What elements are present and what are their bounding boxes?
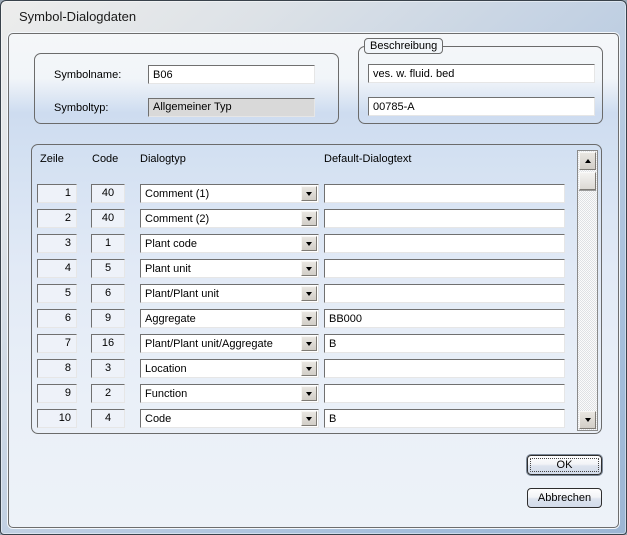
- table-row: 5 6 Plant/Plant unit: [32, 284, 601, 303]
- dialog-client-area: Symbolname: Symboltyp: Allgemeiner Typ B…: [8, 33, 619, 528]
- table-row: 9 2 Function: [32, 384, 601, 403]
- dialog-title: Symbol-Dialogdaten: [19, 9, 137, 24]
- dialogtyp-value: Comment (2): [145, 212, 210, 225]
- table-row: 10 4 Code: [32, 409, 601, 428]
- code-field: 4: [91, 409, 125, 428]
- dialogtyp-combobox[interactable]: Comment (2): [140, 209, 319, 228]
- ok-button[interactable]: OK: [527, 455, 602, 475]
- zeile-field: 10: [37, 409, 77, 428]
- dropdown-arrow-icon[interactable]: [301, 286, 317, 301]
- table-row: 3 1 Plant code: [32, 234, 601, 253]
- dialogtyp-value: Plant/Plant unit/Aggregate: [145, 337, 273, 350]
- code-field: 2: [91, 384, 125, 403]
- zeile-field: 1: [37, 184, 77, 203]
- scroll-down-icon[interactable]: [579, 411, 596, 429]
- table-row: 4 5 Plant unit: [32, 259, 601, 278]
- dialogtyp-combobox[interactable]: Plant/Plant unit/Aggregate: [140, 334, 319, 353]
- code-field: 40: [91, 209, 125, 228]
- default-dialogtext-input[interactable]: [324, 284, 565, 303]
- beschreibung-groupbox: Beschreibung: [358, 38, 603, 124]
- symbol-groupbox: Symbolname: Symboltyp: Allgemeiner Typ: [34, 53, 339, 124]
- code-field: 3: [91, 359, 125, 378]
- table-row: 7 16 Plant/Plant unit/Aggregate: [32, 334, 601, 353]
- default-dialogtext-input[interactable]: [324, 309, 565, 328]
- table-scrollbar[interactable]: [577, 150, 598, 431]
- default-dialogtext-input[interactable]: [324, 409, 565, 428]
- code-field: 5: [91, 259, 125, 278]
- default-dialogtext-input[interactable]: [324, 184, 565, 203]
- dropdown-arrow-icon[interactable]: [301, 311, 317, 326]
- beschreibung-line1-input[interactable]: [368, 64, 595, 83]
- dialogtyp-value: Location: [145, 362, 187, 375]
- scrollbar-thumb[interactable]: [579, 172, 596, 190]
- dialogtyp-value: Code: [145, 412, 172, 425]
- symboltyp-field: Allgemeiner Typ: [148, 98, 315, 117]
- titlebar[interactable]: Symbol-Dialogdaten: [1, 1, 626, 33]
- scroll-up-icon[interactable]: [579, 152, 596, 170]
- default-dialogtext-input[interactable]: [324, 259, 565, 278]
- dropdown-arrow-icon[interactable]: [301, 411, 317, 426]
- code-field: 1: [91, 234, 125, 253]
- table-row: 1 40 Comment (1): [32, 184, 601, 203]
- dialogtyp-combobox[interactable]: Plant unit: [140, 259, 319, 278]
- dropdown-arrow-icon[interactable]: [301, 211, 317, 226]
- zeile-field: 4: [37, 259, 77, 278]
- dialog-table-groupbox: Zeile Code Dialogtyp Default-Dialogtext …: [31, 144, 602, 434]
- table-row: 8 3 Location: [32, 359, 601, 378]
- default-dialogtext-input[interactable]: [324, 234, 565, 253]
- zeile-field: 6: [37, 309, 77, 328]
- zeile-field: 8: [37, 359, 77, 378]
- table-rows: 1 40 Comment (1) 2 40 Comment (2) 3 1 Pl…: [32, 145, 601, 433]
- zeile-field: 9: [37, 384, 77, 403]
- table-row: 2 40 Comment (2): [32, 209, 601, 228]
- table-row: 6 9 Aggregate: [32, 309, 601, 328]
- symbolname-label: Symbolname:: [54, 69, 122, 81]
- beschreibung-group-label: Beschreibung: [364, 38, 444, 54]
- zeile-field: 7: [37, 334, 77, 353]
- dialogtyp-combobox[interactable]: Aggregate: [140, 309, 319, 328]
- dropdown-arrow-icon[interactable]: [301, 236, 317, 251]
- dialogtyp-combobox[interactable]: Comment (1): [140, 184, 319, 203]
- symboltyp-label: Symboltyp:: [54, 102, 109, 114]
- code-field: 40: [91, 184, 125, 203]
- default-dialogtext-input[interactable]: [324, 209, 565, 228]
- dropdown-arrow-icon[interactable]: [301, 261, 317, 276]
- default-dialogtext-input[interactable]: [324, 334, 565, 353]
- code-field: 6: [91, 284, 125, 303]
- dropdown-arrow-icon[interactable]: [301, 386, 317, 401]
- default-dialogtext-input[interactable]: [324, 359, 565, 378]
- dialog-window: Symbol-Dialogdaten Symbolname: Symboltyp…: [0, 0, 627, 535]
- zeile-field: 5: [37, 284, 77, 303]
- dialogtyp-combobox[interactable]: Code: [140, 409, 319, 428]
- cancel-button[interactable]: Abbrechen: [527, 488, 602, 508]
- dialogtyp-value: Function: [145, 387, 188, 400]
- dialogtyp-combobox[interactable]: Plant code: [140, 234, 319, 253]
- dialogtyp-value: Plant/Plant unit: [145, 287, 219, 300]
- dialogtyp-value: Plant unit: [145, 262, 191, 275]
- dialogtyp-combobox[interactable]: Plant/Plant unit: [140, 284, 319, 303]
- default-dialogtext-input[interactable]: [324, 384, 565, 403]
- beschreibung-line2-input[interactable]: [368, 97, 595, 116]
- dialogtyp-combobox[interactable]: Function: [140, 384, 319, 403]
- dropdown-arrow-icon[interactable]: [301, 336, 317, 351]
- zeile-field: 2: [37, 209, 77, 228]
- dialogtyp-value: Aggregate: [145, 312, 196, 325]
- dropdown-arrow-icon[interactable]: [301, 361, 317, 376]
- code-field: 9: [91, 309, 125, 328]
- dialogtyp-value: Comment (1): [145, 187, 210, 200]
- zeile-field: 3: [37, 234, 77, 253]
- dropdown-arrow-icon[interactable]: [301, 186, 317, 201]
- dialogtyp-value: Plant code: [145, 237, 197, 250]
- symbolname-input[interactable]: [148, 65, 315, 84]
- dialogtyp-combobox[interactable]: Location: [140, 359, 319, 378]
- code-field: 16: [91, 334, 125, 353]
